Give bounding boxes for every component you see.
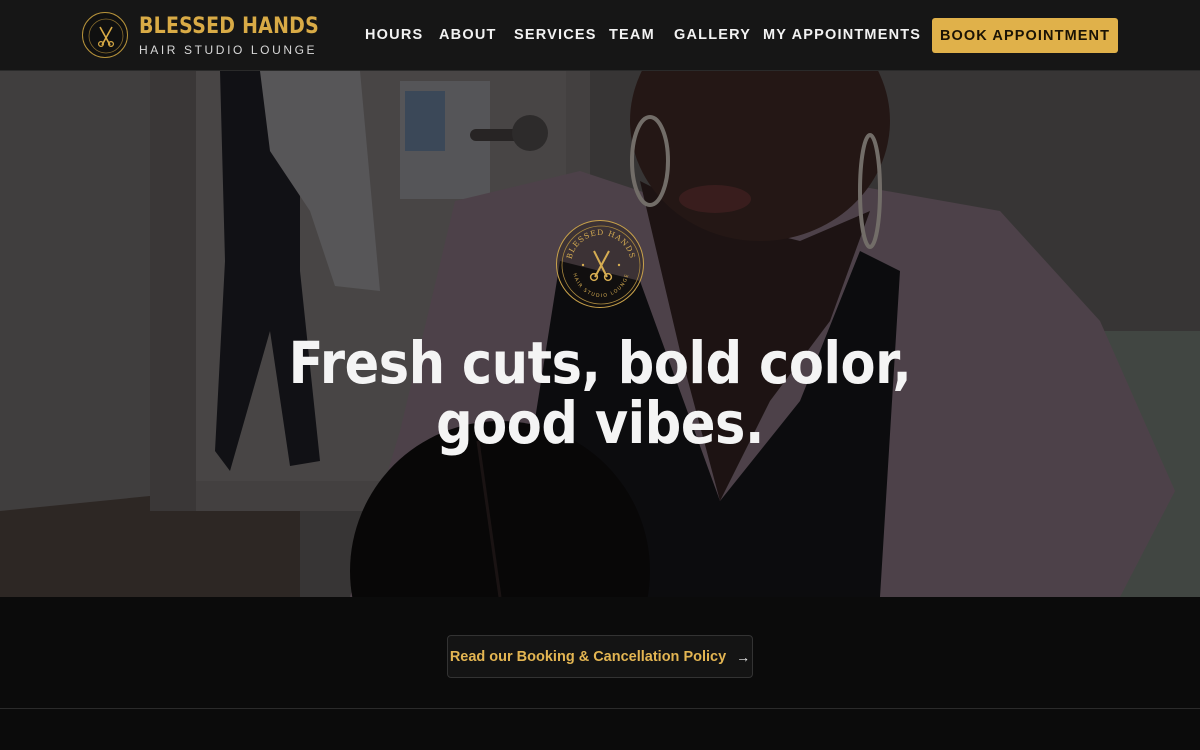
svg-text:HAIR STUDIO LOUNGE: HAIR STUDIO LOUNGE [571, 273, 630, 299]
nav-link-my-appointments[interactable]: MY APPOINTMENTS [763, 26, 921, 44]
nav-link-team[interactable]: TEAM [609, 26, 655, 44]
book-appointment-button[interactable]: BOOK APPOINTMENT [932, 18, 1118, 53]
brand-tagline: HAIR STUDIO LOUNGE [139, 42, 318, 57]
policy-section: Read our Booking & Cancellation Policy → [0, 597, 1200, 709]
scissors-comb-icon [88, 18, 124, 54]
scissors-comb-icon: BLESSED HANDS HAIR STUDIO LOUNGE [561, 225, 641, 305]
brand-name: BLESSED HANDS [139, 13, 320, 39]
booking-policy-link[interactable]: Read our Booking & Cancellation Policy → [447, 635, 753, 678]
nav-link-about[interactable]: ABOUT [439, 26, 497, 44]
badge-top-text: BLESSED HANDS [565, 228, 637, 260]
nav-link-hours[interactable]: HOURS [365, 26, 423, 44]
brand-logo [82, 12, 128, 58]
hero-headline: Fresh cuts, bold color, good vibes. [288, 329, 912, 457]
site-header: BLESSED HANDS HAIR STUDIO LOUNGE HOURS A… [0, 0, 1200, 71]
brand-link[interactable]: BLESSED HANDS HAIR STUDIO LOUNGE [82, 12, 348, 58]
hero-section: BLESSED HANDS HAIR STUDIO LOUNGE Fresh c… [0, 71, 1200, 597]
arrow-right-icon: → [736, 648, 751, 665]
svg-text:BLESSED HANDS: BLESSED HANDS [565, 228, 638, 260]
badge-bottom-text: HAIR STUDIO LOUNGE [571, 273, 629, 299]
hero-badge-logo: BLESSED HANDS HAIR STUDIO LOUNGE [556, 220, 644, 308]
nav-link-services[interactable]: SERVICES [514, 26, 597, 44]
nav-link-gallery[interactable]: GALLERY [674, 26, 751, 44]
booking-policy-label: Read our Booking & Cancellation Policy [449, 648, 727, 665]
